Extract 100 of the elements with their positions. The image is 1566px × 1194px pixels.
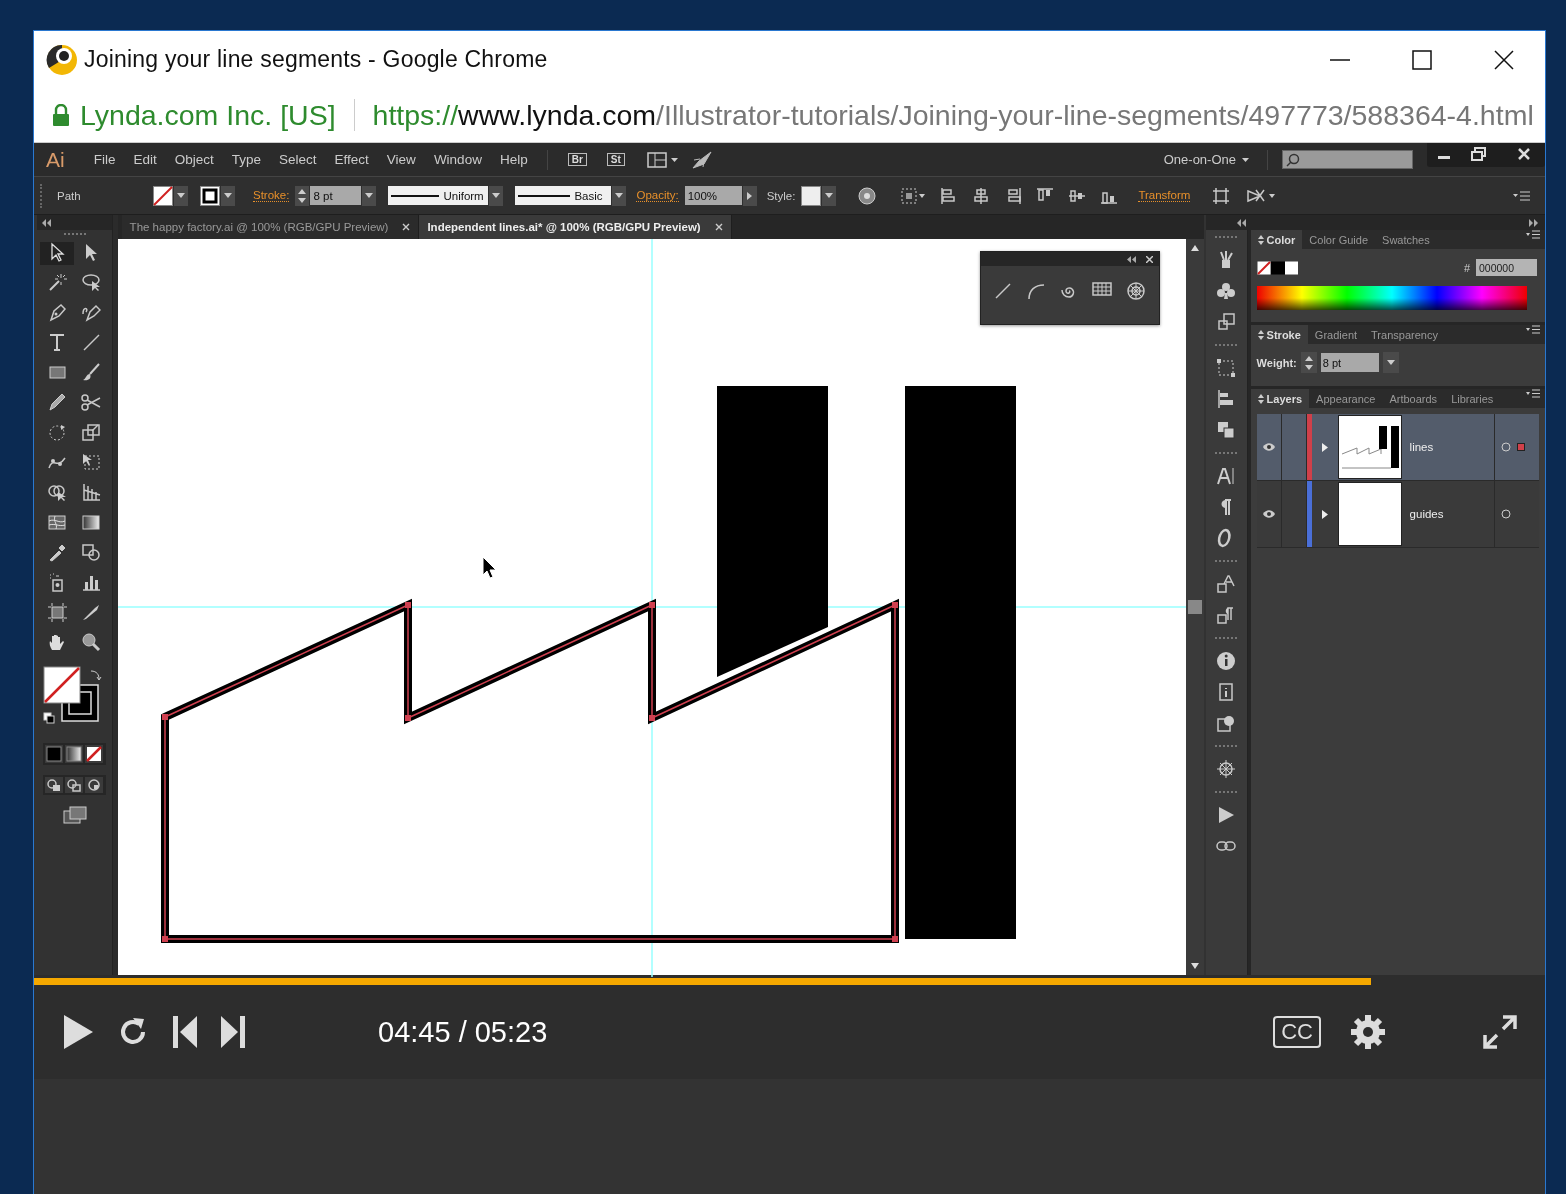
arc-icon[interactable] [1026, 282, 1045, 300]
target-circle-icon[interactable] [1501, 442, 1511, 452]
draw-normal-icon[interactable] [45, 777, 63, 793]
hand-icon[interactable] [47, 632, 67, 652]
layer-name[interactable]: guides [1409, 508, 1444, 520]
knife-icon[interactable] [81, 602, 101, 622]
color-mode-icon[interactable] [45, 745, 63, 763]
align-to-selection-icon[interactable] [900, 186, 927, 205]
panel-tab[interactable]: Stroke [1250, 325, 1308, 344]
visibility-eye-icon[interactable] [1261, 442, 1276, 452]
weight-dropdown[interactable] [1382, 352, 1399, 373]
scissors-icon[interactable] [81, 392, 101, 412]
document-tab[interactable]: Independent lines.ai* @ 100% (RGB/GPU Preview) [419, 215, 732, 239]
scrollbar-thumb[interactable] [1187, 600, 1202, 614]
line-segment-icon[interactable] [994, 282, 1012, 300]
expand-icon[interactable] [1529, 218, 1539, 227]
free-transform-icon[interactable] [81, 452, 101, 472]
mesh-icon[interactable] [47, 512, 67, 532]
site-identity[interactable]: Lynda.com Inc. [US] [80, 98, 336, 132]
visibility-eye-icon[interactable] [1261, 509, 1276, 519]
search-field[interactable] [1282, 150, 1413, 169]
pencil-icon[interactable] [47, 392, 67, 412]
skip-back-icon[interactable] [172, 1015, 198, 1049]
symbol-options-icon[interactable] [1216, 759, 1237, 779]
type-tool-icon[interactable] [47, 332, 67, 352]
brush-definition[interactable]: Basic [515, 186, 612, 205]
blend-icon[interactable] [81, 542, 101, 562]
style-dropdown[interactable] [822, 185, 837, 206]
gradient-mode-icon[interactable] [65, 745, 83, 763]
rotate-icon[interactable] [47, 422, 67, 442]
panel-menu-icon[interactable] [1526, 389, 1540, 398]
panel-tab[interactable]: Layers [1250, 389, 1310, 408]
stepper[interactable] [1300, 352, 1317, 373]
paintbrush-icon[interactable] [81, 362, 101, 382]
menu-item[interactable]: Object [165, 152, 223, 167]
collapse-icon[interactable] [1235, 218, 1246, 227]
panel-tab[interactable]: Libraries [1444, 389, 1501, 408]
panel-menu-icon[interactable] [1526, 230, 1540, 239]
gradient-icon[interactable] [81, 512, 101, 532]
bridge-button[interactable]: Br [567, 153, 587, 166]
target-circle-icon[interactable] [1501, 509, 1511, 519]
isolate-icon[interactable] [1212, 186, 1231, 205]
style-swatch[interactable] [801, 185, 822, 206]
document-tab[interactable]: The happy factory.ai @ 100% (RGB/GPU Preview) [121, 215, 420, 239]
layer-name[interactable]: lines [1409, 441, 1434, 453]
color-spectrum[interactable] [1256, 286, 1527, 310]
symbols-icon[interactable] [1216, 281, 1237, 301]
panel-tab[interactable]: Transparency [1364, 325, 1445, 344]
polar-grid-icon[interactable] [1127, 282, 1146, 300]
panel-tab[interactable]: Artboards [1382, 389, 1445, 408]
panel-tab[interactable]: Swatches [1375, 230, 1437, 249]
layer-row[interactable]: guides [1256, 481, 1539, 548]
arrange-documents-icon[interactable] [646, 151, 679, 168]
workspace-switcher[interactable]: One-on-One [1163, 152, 1236, 167]
panel-menu-icon[interactable] [1526, 325, 1540, 334]
expand-triangle-icon[interactable] [1321, 442, 1328, 452]
stroke-dropdown[interactable] [221, 185, 235, 206]
fill-stroke-indicator-icon[interactable] [1256, 260, 1299, 275]
profile-dropdown[interactable] [489, 185, 504, 206]
shape-builder-icon[interactable] [47, 482, 67, 502]
weight-dropdown[interactable] [362, 185, 377, 206]
panel-tab[interactable]: Appearance [1309, 389, 1383, 408]
pen-icon[interactable] [47, 302, 67, 322]
stroke-weight-field[interactable]: 8 pt [310, 186, 362, 205]
lock-icon[interactable] [52, 104, 70, 126]
align-horizontal-center-icon[interactable] [972, 186, 991, 205]
panel-menu-icon[interactable] [1513, 189, 1531, 202]
caret-icon[interactable] [1242, 157, 1249, 162]
stepper[interactable] [295, 185, 310, 206]
scroll-down-icon[interactable] [1190, 963, 1199, 969]
captions-button[interactable]: CC [1273, 1015, 1321, 1049]
stock-button[interactable]: St [606, 153, 625, 166]
none-mode-icon[interactable] [85, 745, 103, 763]
curvature-pen-icon[interactable] [81, 302, 101, 322]
brush-dropdown[interactable] [612, 185, 627, 206]
opacity-field[interactable]: 100% [684, 186, 742, 205]
scale-icon[interactable] [81, 422, 101, 442]
lasso-icon[interactable] [81, 272, 101, 292]
collapse-icon[interactable] [1126, 255, 1136, 263]
menu-item[interactable]: Type [222, 152, 271, 167]
character-styles-icon[interactable] [1216, 574, 1237, 594]
maximize-icon[interactable] [1411, 48, 1433, 71]
opacity-label[interactable]: Opacity: [636, 189, 679, 202]
rocket-icon[interactable] [690, 150, 713, 169]
zoom-icon[interactable] [81, 632, 101, 652]
line-segment-icon[interactable] [81, 332, 101, 352]
panel-tab[interactable]: Color Guide [1302, 230, 1376, 249]
draw-inside-icon[interactable] [85, 777, 103, 793]
fullscreen-icon[interactable] [1483, 1015, 1517, 1049]
eyedropper-icon[interactable] [47, 542, 67, 562]
menu-item[interactable]: File [84, 152, 125, 167]
weight-field[interactable]: 8 pt [1320, 353, 1379, 372]
play-icon[interactable] [62, 1014, 94, 1050]
stroke-swatch-icon[interactable] [200, 185, 220, 206]
progress-bar[interactable] [34, 975, 1545, 985]
screen-mode-icon[interactable] [61, 805, 88, 825]
graphic-styles-icon[interactable] [1216, 312, 1237, 332]
menu-item[interactable]: Help [490, 152, 537, 167]
menu-item[interactable]: Edit [124, 152, 166, 167]
fill-swatch-icon[interactable] [153, 185, 173, 206]
